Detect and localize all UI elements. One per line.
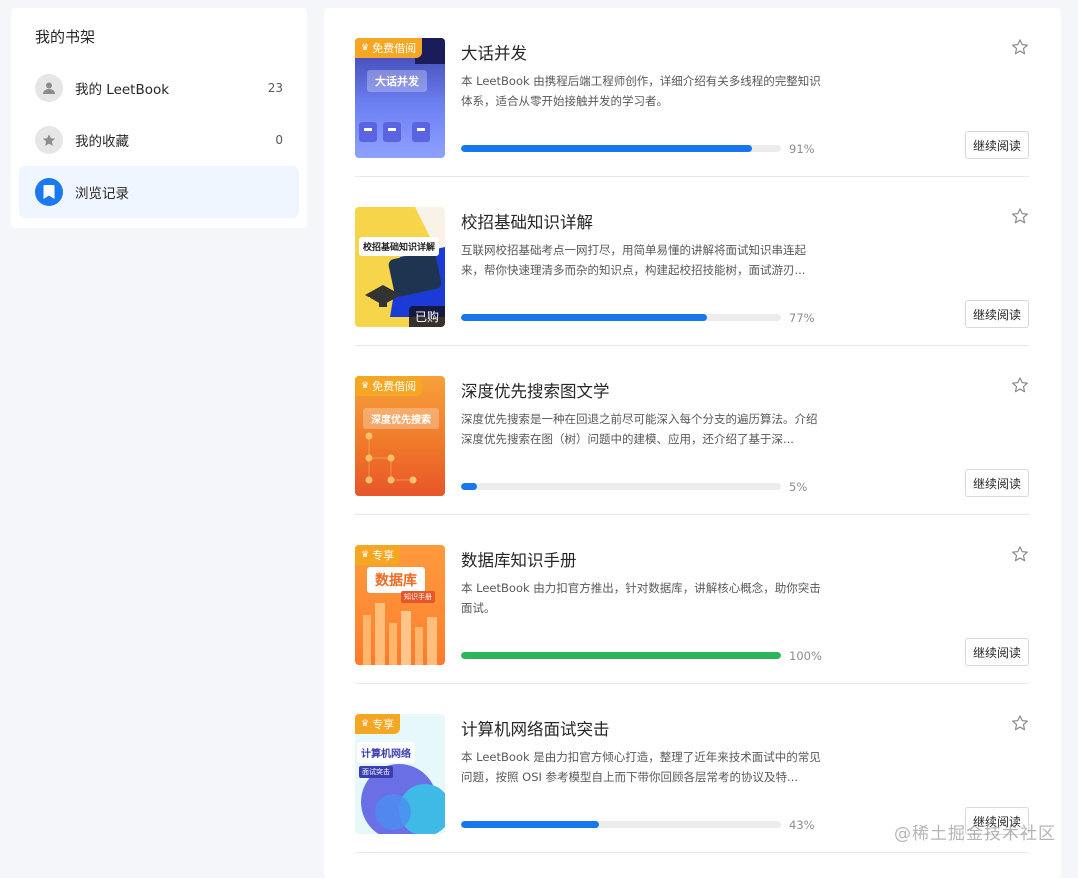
crown-icon: ♛ bbox=[361, 43, 369, 53]
progress-fill bbox=[461, 821, 599, 828]
reading-progress-bar bbox=[461, 145, 781, 152]
cover-subtitle: 知识手册 bbox=[401, 591, 435, 603]
exclusive-badge: ♛专享 bbox=[355, 714, 400, 734]
progress-percent: 5% bbox=[789, 480, 807, 494]
free-borrow-badge: ♛免费借阅 bbox=[355, 376, 422, 396]
reading-progress-bar bbox=[461, 652, 781, 659]
cover-title: 深度优先搜索 bbox=[363, 408, 439, 429]
progress-fill bbox=[461, 483, 477, 490]
book-description: 互联网校招基础考点一网打尽，用简单易懂的讲解将面试知识串连起来，帮你快速理清多而… bbox=[461, 240, 823, 280]
book-title[interactable]: 校招基础知识详解 bbox=[461, 209, 593, 233]
crown-icon: ♛ bbox=[361, 550, 369, 560]
book-title[interactable]: 计算机网络面试突击 bbox=[461, 716, 610, 740]
book-cover[interactable]: ♛免费借阅 大话并发 bbox=[355, 38, 445, 158]
progress-percent: 91% bbox=[789, 142, 815, 156]
free-borrow-badge: ♛免费借阅 bbox=[355, 38, 422, 58]
crown-icon: ♛ bbox=[361, 381, 369, 391]
book-cover[interactable]: ♛免费借阅 深度优先搜索 bbox=[355, 376, 445, 496]
favorite-star-icon[interactable] bbox=[1011, 207, 1029, 225]
book-item: ♛免费借阅 大话并发 大话并发 本 LeetBook 由携程后端工程师创作，详细… bbox=[355, 8, 1029, 177]
progress-fill bbox=[461, 314, 707, 321]
continue-reading-button[interactable]: 继续阅读 bbox=[965, 469, 1029, 497]
favorite-star-icon[interactable] bbox=[1011, 714, 1029, 732]
progress-fill bbox=[461, 145, 752, 152]
book-item: 校招基础知识详解 已购 校招基础知识详解 互联网校招基础考点一网打尽，用简单易懂… bbox=[355, 177, 1029, 346]
cover-title: 计算机网络 bbox=[357, 742, 415, 763]
user-icon bbox=[35, 74, 63, 102]
bookmark-icon bbox=[35, 178, 63, 206]
sidebar-item-count: 0 bbox=[275, 133, 283, 147]
favorite-star-icon[interactable] bbox=[1011, 545, 1029, 563]
book-cover[interactable]: 校招基础知识详解 已购 bbox=[355, 207, 445, 327]
book-item: ♛专享 数据库 知识手册 数据库知识手册 本 LeetBook 由力扣官方推出，… bbox=[355, 515, 1029, 684]
crown-icon: ♛ bbox=[361, 719, 369, 729]
favorite-star-icon[interactable] bbox=[1011, 376, 1029, 394]
progress-fill bbox=[461, 652, 781, 659]
continue-reading-button[interactable]: 继续阅读 bbox=[965, 131, 1029, 159]
book-description: 本 LeetBook 由力扣官方推出，针对数据库，讲解核心概念，助你突击面试。 bbox=[461, 578, 823, 618]
book-cover[interactable]: ♛专享 计算机网络 面试突击 bbox=[355, 714, 445, 834]
continue-reading-button[interactable]: 继续阅读 bbox=[965, 638, 1029, 666]
continue-reading-button[interactable]: 继续阅读 bbox=[965, 300, 1029, 328]
progress-percent: 43% bbox=[789, 818, 815, 832]
sidebar-item-my-leetbook[interactable]: 我的 LeetBook 23 bbox=[19, 62, 299, 114]
sidebar-item-label: 我的收藏 bbox=[75, 130, 275, 150]
watermark: @稀土掘金技术社区 bbox=[894, 819, 1056, 844]
reading-progress-bar bbox=[461, 483, 781, 490]
book-title[interactable]: 深度优先搜索图文学 bbox=[461, 378, 610, 402]
progress-percent: 77% bbox=[789, 311, 815, 325]
book-title[interactable]: 数据库知识手册 bbox=[461, 547, 577, 571]
star-icon bbox=[35, 126, 63, 154]
progress-percent: 100% bbox=[789, 649, 822, 663]
book-item: ♛免费借阅 深度优先搜索 深度优先搜索图文学 深度优先搜索是一种在回退之前尽可能… bbox=[355, 346, 1029, 515]
book-description: 深度优先搜索是一种在回退之前尽可能深入每个分支的遍历算法。介绍深度优先搜索在图（… bbox=[461, 409, 823, 449]
reading-progress-bar bbox=[461, 314, 781, 321]
cover-title: 数据库 bbox=[367, 567, 425, 593]
purchased-badge: 已购 bbox=[409, 306, 445, 327]
cover-subtitle: 面试突击 bbox=[359, 766, 393, 778]
book-list-panel: ♛免费借阅 大话并发 大话并发 本 LeetBook 由携程后端工程师创作，详细… bbox=[324, 8, 1061, 878]
reading-progress-bar bbox=[461, 821, 781, 828]
cover-title: 大话并发 bbox=[367, 70, 427, 92]
book-cover[interactable]: ♛专享 数据库 知识手册 bbox=[355, 545, 445, 665]
book-description: 本 LeetBook 是由力扣官方倾心打造，整理了近年来技术面试中的常见问题，按… bbox=[461, 747, 823, 787]
favorite-star-icon[interactable] bbox=[1011, 38, 1029, 56]
sidebar-item-favorites[interactable]: 我的收藏 0 bbox=[19, 114, 299, 166]
exclusive-badge: ♛专享 bbox=[355, 545, 400, 565]
sidebar-item-count: 23 bbox=[268, 81, 283, 95]
book-description: 本 LeetBook 由携程后端工程师创作，详细介绍有关多线程的完整知识体系，适… bbox=[461, 71, 823, 111]
sidebar-item-label: 浏览记录 bbox=[75, 182, 299, 202]
sidebar-item-label: 我的 LeetBook bbox=[75, 78, 268, 98]
sidebar-title: 我的书架 bbox=[35, 26, 95, 47]
sidebar-item-history[interactable]: 浏览记录 bbox=[19, 166, 299, 218]
cover-title: 校招基础知识详解 bbox=[359, 237, 439, 256]
bookshelf-sidebar: 我的书架 我的 LeetBook 23 我的收藏 0 浏览记录 bbox=[11, 8, 307, 228]
book-title[interactable]: 大话并发 bbox=[461, 40, 527, 64]
